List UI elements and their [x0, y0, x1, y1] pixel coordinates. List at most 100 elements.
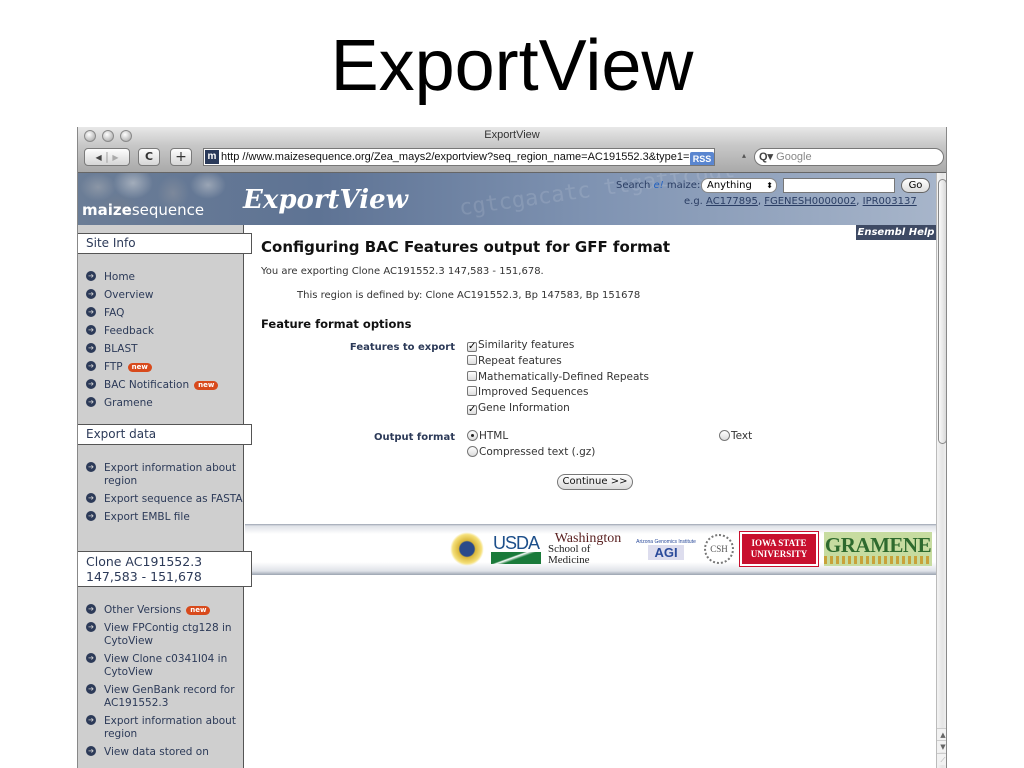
arrow-right-icon: ➔: [86, 684, 96, 694]
arrow-right-icon: ➔: [86, 307, 96, 317]
arrow-right-icon: ➔: [86, 511, 96, 521]
features-label: Features to export: [349, 342, 455, 353]
arrow-right-icon: ➔: [86, 493, 96, 503]
site-search-input[interactable]: [783, 178, 895, 193]
feature-option-improved-seq[interactable]: Improved Sequences: [467, 386, 588, 398]
sidebar-item-gramene[interactable]: ➔ Gramene: [78, 397, 244, 410]
window-title: ExportView: [484, 129, 540, 141]
washington-univ-logo[interactable]: Washington School of Medicine: [548, 531, 628, 566]
exporting-text: You are exporting Clone AC191552.3 147,5…: [261, 266, 544, 277]
browser-search-field[interactable]: Q▾ Google: [754, 148, 944, 166]
scroll-up-icon[interactable]: ▲: [937, 728, 946, 740]
sidebar-item-view-genbank[interactable]: ➔ View GenBank record for AC191552.3: [78, 684, 244, 710]
feature-option-similarity[interactable]: ✓ Similarity features: [467, 339, 574, 352]
sidebar-item-export-fasta[interactable]: ➔ Export sequence as FASTA: [78, 493, 244, 506]
output-option-gz[interactable]: Compressed text (.gz): [467, 446, 595, 458]
continue-button[interactable]: Continue >>: [557, 474, 633, 490]
sidebar-item-export-region-2[interactable]: ➔ Export information about region: [78, 715, 244, 741]
arrow-right-icon: ➔: [86, 653, 96, 663]
search-label: Search e! maize:: [616, 180, 701, 191]
resize-grip-icon[interactable]: ⟋: [937, 753, 946, 765]
radio-unselected[interactable]: [719, 430, 730, 441]
dropdown-caret-icon[interactable]: ▴: [742, 151, 746, 160]
rss-icon[interactable]: RSS: [690, 152, 714, 165]
sponsor-logos: USDA Washington School of Medicine Arizon…: [450, 531, 932, 567]
checkbox-unchecked[interactable]: [467, 371, 477, 381]
sidebar-item-ftp[interactable]: ➔ FTP new: [78, 361, 244, 374]
feature-option-gene-info[interactable]: ✓ Gene Information: [467, 402, 570, 415]
region-text: This region is defined by: Clone AC19155…: [297, 290, 641, 301]
usda-logo[interactable]: USDA: [490, 532, 542, 566]
back-forward-buttons: ◀ | ▶: [84, 148, 130, 166]
magnifier-icon: Q▾: [759, 151, 774, 163]
new-badge: new: [186, 606, 211, 615]
browser-window: ExportView ◀ | ▶ C + m http //www.maizese…: [77, 127, 947, 768]
sidebar-item-blast[interactable]: ➔ BLAST: [78, 343, 244, 356]
url-text: http //www.maizesequence.org/Zea_mays2/e…: [221, 151, 690, 163]
feature-option-repeat[interactable]: Repeat features: [467, 355, 562, 367]
sidebar-item-export-region[interactable]: ➔ Export information about region: [78, 462, 244, 488]
sidebar-item-export-embl[interactable]: ➔ Export EMBL file: [78, 511, 244, 524]
arrow-right-icon: ➔: [86, 746, 96, 756]
sidebar-item-overview[interactable]: ➔ Overview: [78, 289, 244, 302]
new-badge: new: [194, 381, 219, 390]
arrow-right-icon: ➔: [86, 361, 96, 371]
vertical-scrollbar[interactable]: ▲ ▼ ⟋: [936, 173, 946, 768]
gramene-logo[interactable]: GRAMENE: [824, 532, 932, 566]
select-arrows-icon: ⬍: [766, 181, 773, 190]
site-logo[interactable]: maizesequence: [82, 201, 204, 219]
main-content: Ensembl Help Configuring BAC Features ou…: [245, 225, 936, 525]
feature-option-math-repeats[interactable]: Mathematically-Defined Repeats: [467, 371, 649, 383]
sidebar-item-faq[interactable]: ➔ FAQ: [78, 307, 244, 320]
arrow-right-icon: ➔: [86, 715, 96, 725]
address-bar[interactable]: m http //www.maizesequence.org/Zea_mays2/…: [203, 148, 715, 166]
checkbox-checked[interactable]: ✓: [467, 342, 477, 352]
output-format-label: Output format: [373, 432, 455, 443]
sidebar-heading-site-info: Site Info: [78, 233, 252, 254]
checkbox-unchecked[interactable]: [467, 386, 477, 396]
arrow-right-icon: ➔: [86, 379, 96, 389]
config-title: Configuring BAC Features output for GFF …: [261, 238, 671, 256]
output-option-html[interactable]: HTML: [467, 430, 508, 442]
arrow-right-icon: ➔: [86, 397, 96, 407]
add-bookmark-button[interactable]: +: [170, 148, 192, 166]
radio-selected[interactable]: [467, 430, 478, 441]
sidebar-item-feedback[interactable]: ➔ Feedback: [78, 325, 244, 338]
scrollbar-thumb[interactable]: [938, 179, 946, 444]
sidebar-item-home[interactable]: ➔ Home: [78, 271, 244, 284]
sidebar-item-other-versions[interactable]: ➔ Other Versions new: [78, 604, 244, 617]
agi-logo[interactable]: Arizona Genomics Institute AGI: [634, 532, 698, 566]
example-link[interactable]: IPR003137: [863, 196, 917, 207]
site-favicon-icon: m: [205, 150, 219, 164]
forward-icon[interactable]: ▶: [112, 153, 118, 162]
arrow-right-icon: ➔: [86, 622, 96, 632]
arrow-right-icon: ➔: [86, 462, 96, 472]
ensembl-help-button[interactable]: Ensembl Help: [856, 225, 936, 240]
options-heading: Feature format options: [261, 317, 412, 331]
csh-logo[interactable]: CSH: [704, 534, 734, 564]
nsf-logo[interactable]: [450, 532, 484, 566]
scroll-down-icon[interactable]: ▼: [937, 740, 946, 752]
output-option-text[interactable]: Text: [719, 430, 752, 442]
sidebar-item-bac-notification[interactable]: ➔ BAC Notification new: [78, 379, 244, 392]
search-category-select[interactable]: Anything ⬍: [701, 178, 777, 193]
iowa-state-logo[interactable]: IOWA STATE UNIVERSITY: [739, 531, 819, 567]
checkbox-unchecked[interactable]: [467, 355, 477, 365]
site-banner: cgtcgacatc ttgattcggt maizesequence Expo…: [78, 173, 936, 225]
page-heading: ExportView: [243, 185, 409, 215]
clone-list: ➔ Other Versions new ➔ View FPContig ctg128…: [78, 604, 244, 764]
sidebar-item-view-fpcontig[interactable]: ➔ View FPContig ctg128 in CytoView: [78, 622, 244, 648]
example-link[interactable]: FGENESH0000002: [764, 196, 856, 207]
sidebar: Site Info ➔ Home ➔ Overview ➔ FAQ ➔ Feedback…: [78, 225, 252, 768]
checkbox-checked[interactable]: ✓: [467, 405, 477, 415]
back-icon[interactable]: ◀: [95, 153, 101, 162]
sidebar-item-view-data-stored[interactable]: ➔ View data stored on: [78, 746, 244, 759]
radio-unselected[interactable]: [467, 446, 478, 457]
arrow-right-icon: ➔: [86, 604, 96, 614]
go-button[interactable]: Go: [901, 178, 930, 193]
arrow-right-icon: ➔: [86, 271, 96, 281]
sidebar-item-view-clone[interactable]: ➔ View Clone c0341I04 in CytoView: [78, 653, 244, 679]
reload-button[interactable]: C: [138, 148, 160, 166]
example-link[interactable]: AC177895: [706, 196, 758, 207]
slide-title: ExportView: [330, 26, 694, 106]
